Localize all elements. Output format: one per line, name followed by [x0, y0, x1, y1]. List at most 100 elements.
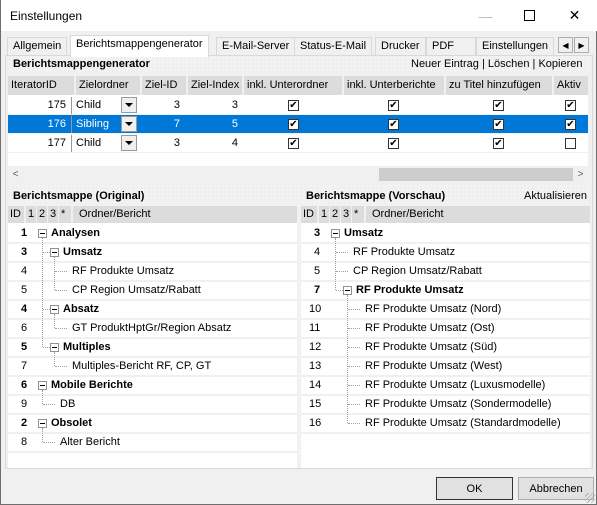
- node-id: 8: [21, 436, 28, 448]
- collapse-icon[interactable]: [343, 286, 352, 295]
- tab-allgemein[interactable]: Allgemein: [7, 37, 68, 56]
- zielordner-cell[interactable]: Child: [76, 96, 120, 115]
- ziel-index-cell[interactable]: 4: [188, 134, 242, 153]
- chevron-right-icon: >: [577, 169, 584, 180]
- ziel-index-cell[interactable]: 3: [188, 96, 242, 115]
- refresh-link[interactable]: Aktualisieren: [524, 190, 587, 202]
- tree-row[interactable]: 4 RF Produkte Umsatz: [301, 244, 590, 263]
- zielordner-dropdown-button[interactable]: [121, 135, 137, 151]
- tree-row[interactable]: 3 Umsatz: [301, 225, 590, 244]
- ok-button[interactable]: OK: [436, 477, 513, 500]
- tree-row[interactable]: 1 Analysen: [8, 225, 297, 244]
- collapse-icon[interactable]: [38, 229, 47, 238]
- inkl-unterberichte-checkbox[interactable]: ✔: [388, 100, 399, 111]
- grid-row[interactable]: 175 Child 3 3 ✔ ✔ ✔ ✔: [8, 96, 588, 115]
- tree-row[interactable]: 13 RF Produkte Umsatz (West): [301, 358, 590, 377]
- aktiv-checkbox[interactable]: [565, 138, 576, 149]
- tree-row[interactable]: 7 Multiples-Bericht RF, CP, GT: [8, 358, 297, 377]
- tree-row[interactable]: 5 Multiples: [8, 339, 297, 358]
- tab-berichtsmappengenerator[interactable]: Berichtsmappengenerator: [70, 35, 209, 57]
- inkl-unterordner-checkbox[interactable]: ✔: [288, 100, 299, 111]
- report-label: RF Produkte Umsatz (Sondermodelle): [365, 398, 552, 410]
- folder-label: RF Produkte Umsatz: [356, 284, 464, 296]
- tab-bar: Allgemein Berichtsmappengenerator E-Mail…: [5, 35, 595, 57]
- zu-titel-checkbox[interactable]: ✔: [493, 138, 504, 149]
- inkl-unterordner-checkbox[interactable]: ✔: [288, 119, 299, 130]
- grid-horizontal-scrollbar[interactable]: < >: [8, 166, 588, 183]
- tab-drucker[interactable]: Drucker: [375, 37, 426, 56]
- tree-row[interactable]: 9 DB: [8, 396, 297, 415]
- col-zielordner[interactable]: Zielordner: [76, 76, 140, 95]
- tree-row[interactable]: 4 RF Produkte Umsatz: [8, 263, 297, 282]
- collapse-icon[interactable]: [50, 248, 59, 257]
- maximize-button[interactable]: [507, 0, 552, 31]
- new-entry-link[interactable]: Neuer Eintrag: [411, 58, 479, 70]
- delete-link[interactable]: Löschen: [488, 58, 530, 70]
- zielordner-cell[interactable]: Sibling: [76, 115, 120, 134]
- tree-row[interactable]: 3 Umsatz: [8, 244, 297, 263]
- tree-row[interactable]: 10 RF Produkte Umsatz (Nord): [301, 301, 590, 320]
- scroll-right-button[interactable]: >: [573, 166, 588, 183]
- tree-row[interactable]: 4 Absatz: [8, 301, 297, 320]
- collapse-icon[interactable]: [50, 305, 59, 314]
- tree-row[interactable]: 14 RF Produkte Umsatz (Luxusmodelle): [301, 377, 590, 396]
- iterator-id-cell[interactable]: 177: [8, 134, 70, 153]
- close-button[interactable]: ✕: [552, 0, 597, 31]
- cancel-button[interactable]: Abbrechen: [518, 477, 594, 500]
- tab-scroll-left-button[interactable]: ◀: [558, 37, 573, 53]
- col-inkl-unterberichte[interactable]: inkl. Unterberichte: [344, 76, 444, 95]
- collapse-icon[interactable]: [331, 229, 340, 238]
- collapse-icon[interactable]: [38, 381, 47, 390]
- zu-titel-checkbox[interactable]: ✔: [493, 100, 504, 111]
- col-aktiv[interactable]: Aktiv: [554, 76, 588, 95]
- tree-row[interactable]: 5 CP Region Umsatz/Rabatt: [8, 282, 297, 301]
- grid-row[interactable]: 177 Child 3 4 ✔ ✔ ✔: [8, 134, 588, 153]
- zielordner-dropdown-button[interactable]: [121, 97, 137, 113]
- zu-titel-checkbox[interactable]: ✔: [493, 119, 504, 130]
- ziel-id-cell[interactable]: 3: [142, 96, 184, 115]
- tree-row[interactable]: 11 RF Produkte Umsatz (Ost): [301, 320, 590, 339]
- col-zu-titel[interactable]: zu Titel hinzufügen: [446, 76, 552, 95]
- scroll-left-button[interactable]: <: [8, 166, 23, 183]
- copy-link[interactable]: Kopieren: [538, 58, 582, 70]
- ziel-id-cell[interactable]: 7: [142, 115, 184, 134]
- ziel-id-cell[interactable]: 3: [142, 134, 184, 153]
- inkl-unterordner-checkbox[interactable]: ✔: [288, 138, 299, 149]
- zielordner-cell[interactable]: Child: [76, 134, 120, 153]
- tree-row[interactable]: 5 CP Region Umsatz/Rabatt: [301, 263, 590, 282]
- col-ziel-id[interactable]: Ziel-ID: [142, 76, 186, 95]
- tree-row[interactable]: 7 RF Produkte Umsatz: [301, 282, 590, 301]
- col-iteratorid[interactable]: IteratorID: [8, 76, 74, 95]
- original-tree-header: ID 1 2 3 * Ordner/Bericht: [8, 206, 297, 223]
- tree-row[interactable]: 16 RF Produkte Umsatz (Standardmodelle): [301, 415, 590, 434]
- minimize-button[interactable]: —: [463, 0, 508, 31]
- iterator-id-cell[interactable]: 175: [8, 96, 70, 115]
- tree-row[interactable]: 6 GT ProduktHptGr/Region Absatz: [8, 320, 297, 339]
- tree-row[interactable]: 8 Alter Bericht: [8, 434, 297, 453]
- tab-email-server[interactable]: E-Mail-Server: [216, 37, 296, 56]
- zielordner-dropdown-button[interactable]: [121, 116, 137, 132]
- tree-row[interactable]: 12 RF Produkte Umsatz (Süd): [301, 339, 590, 358]
- original-tree: ID 1 2 3 * Ordner/Bericht 1 Analysen 3 Umsa…: [8, 206, 297, 468]
- inkl-unterberichte-checkbox[interactable]: ✔: [388, 119, 399, 130]
- aktiv-checkbox[interactable]: ✔: [565, 100, 576, 111]
- col-inkl-unterordner[interactable]: inkl. Unterordner: [244, 76, 342, 95]
- report-label: CP Region Umsatz/Rabatt: [353, 265, 482, 277]
- aktiv-checkbox[interactable]: ✔: [565, 119, 576, 130]
- tab-scroll-right-button[interactable]: ▶: [574, 37, 589, 53]
- tab-status-email[interactable]: Status-E-Mail: [294, 37, 373, 56]
- inkl-unterberichte-checkbox[interactable]: ✔: [388, 138, 399, 149]
- tree-row[interactable]: 2 Obsolet: [8, 415, 297, 434]
- scrollbar-thumb[interactable]: [379, 168, 573, 181]
- grid-row[interactable]: 176 Sibling 7 5 ✔ ✔ ✔ ✔: [8, 115, 588, 134]
- tree-row[interactable]: 6 Mobile Berichte: [8, 377, 297, 396]
- tree-row[interactable]: 15 RF Produkte Umsatz (Sondermodelle): [301, 396, 590, 415]
- tab-einstellungen[interactable]: Einstellungen: [476, 37, 555, 56]
- collapse-icon[interactable]: [50, 343, 59, 352]
- tab-pdf[interactable]: PDF: [426, 37, 476, 56]
- ziel-index-cell[interactable]: 5: [188, 115, 242, 134]
- iterator-id-cell[interactable]: 176: [8, 115, 70, 134]
- collapse-icon[interactable]: [38, 419, 47, 428]
- col-ziel-index[interactable]: Ziel-Index: [188, 76, 242, 95]
- resize-grip[interactable]: [585, 493, 595, 503]
